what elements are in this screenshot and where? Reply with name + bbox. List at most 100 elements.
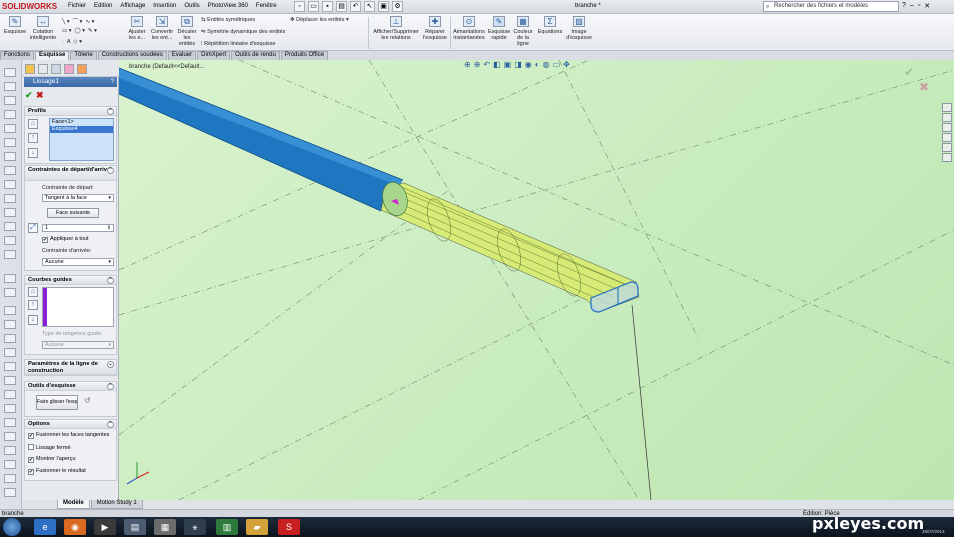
solidworks-logo[interactable]: SOLIDWORKS [2,2,57,11]
property-manager-icon[interactable] [38,64,48,74]
snaps-button[interactable]: ⊙ Aimantations instantanées [452,16,486,41]
apply-all-checkbox[interactable]: ✔ Appliquer à tout [42,236,89,243]
next-face-button[interactable]: Face suivante [47,208,99,218]
strip-tool-icon[interactable] [4,194,16,203]
mirror-entities-button[interactable]: ⇆ Entités symétriques [201,17,255,23]
new-doc-icon[interactable]: ▫ [294,1,305,12]
group-title[interactable]: Paramètres de la ligne de construction ⌄ [25,360,116,375]
appearances-icon[interactable] [942,143,952,152]
pm-help-icon[interactable]: ? [111,77,114,87]
tab-tolerie[interactable]: Tôlerie [70,51,97,60]
search-input[interactable]: Rechercher des fichiers et modèles ⌕ [763,1,899,12]
close-icon[interactable]: ✕ [924,2,930,10]
checkbox-checked[interactable]: ✔ [28,457,34,463]
linear-pattern-button[interactable]: ⁞ Répétition linéaire d'esquisse [201,41,275,47]
merge-tangent-checkbox[interactable]: ✔ Fusionner les faces tangentes [28,432,109,439]
move-up-icon[interactable]: ↑ [28,300,38,310]
strip-tool-icon[interactable] [4,288,16,297]
tab-fonctions[interactable]: Fonctions [0,51,35,60]
strip-tool-icon[interactable] [4,208,16,217]
ok-button[interactable]: ✔ [25,90,33,101]
edit-appearance-icon[interactable]: ◐ [535,60,540,69]
strip-tool-icon[interactable] [4,68,16,77]
select-icon[interactable]: ↖ [364,1,375,12]
closed-loft-checkbox[interactable]: Lissage fermé [28,444,71,451]
expand-icon[interactable]: ⌄ [107,361,114,368]
restore-icon[interactable]: ▫ [918,2,920,10]
display-style-icon[interactable]: ◨ [514,60,522,69]
app-icon[interactable]: ▦ [154,519,176,535]
display-manager-icon[interactable] [77,64,87,74]
options-icon[interactable]: ⚙ [392,1,403,12]
guide-tangency-select[interactable]: Aucune ▾ [42,341,114,349]
collapse-icon[interactable]: ⌃ [107,167,114,174]
tab-produits-office[interactable]: Produits Office [280,51,329,60]
strip-tool-icon[interactable] [4,180,16,189]
strip-tool-icon[interactable] [4,274,16,283]
rectangle-tool-icon[interactable]: ▭ ▾ ◯ ▾ ✎ ▾ [62,28,97,34]
apply-scene-icon[interactable]: ◍ [543,60,550,69]
checkbox-checked[interactable]: ✔ [28,469,34,475]
move-down-icon[interactable]: ↓ [28,148,38,158]
undo-icon[interactable]: ↶ [350,1,361,12]
relations-button[interactable]: ⊥ Afficher/Supprimer les relations [372,16,420,41]
hide-show-icon[interactable]: ◉ [525,60,532,69]
menu-insertion[interactable]: Insertion [153,3,176,9]
strip-tool-icon[interactable] [4,96,16,105]
tangent-length-input[interactable]: 1 ⇕ [42,224,114,232]
checkbox-checked[interactable]: ✔ [28,433,34,439]
strip-tool-icon[interactable] [4,446,16,455]
zoom-fit-icon[interactable]: ⊕ [464,60,471,69]
spinner-icon[interactable]: ⇕ [107,225,111,231]
folder-icon[interactable]: ▤ [124,519,146,535]
convertir-button[interactable]: ⇲ Convertir les ent... [150,16,174,41]
strip-tool-icon[interactable] [4,362,16,371]
model-view[interactable] [119,60,954,500]
tab-constructions-soudees[interactable]: Constructions soudées [97,51,167,60]
solidworks-task-icon[interactable]: S [278,519,300,535]
resources-icon[interactable] [942,103,952,112]
cotation-button[interactable]: ↔ Cotation intelligente [29,16,57,41]
collapse-icon[interactable]: ⌃ [107,277,114,284]
drag-sketch-button[interactable]: Faire glisser l'esquisse [36,395,78,410]
tab-evaluer[interactable]: Evaluer [167,51,197,60]
strip-tool-icon[interactable] [4,306,16,315]
file-explorer-icon[interactable] [942,123,952,132]
strip-tool-icon[interactable] [4,320,16,329]
strip-tool-icon[interactable] [4,222,16,231]
line-tool-icon[interactable]: ╲ ▾ ⌒ ▾ ∿ ▾ [62,17,94,25]
strip-tool-icon[interactable] [4,488,16,497]
profile-selection-icon[interactable]: ⌂ [28,119,38,129]
graphics-area[interactable]: branche (Default<<Default... ⊕ ⊕ ↶ ◧ ▣ ◨… [119,60,954,500]
confirm-cancel-icon[interactable]: ✖ [919,80,929,94]
tab-esquisse[interactable]: Esquisse [35,51,70,60]
group-title[interactable]: Outils d'esquisse ⌃ [25,382,116,391]
save-icon[interactable]: ▪ [322,1,333,12]
equations-button[interactable]: Σ Equations [536,16,564,35]
strip-tool-icon[interactable] [4,474,16,483]
configuration-icon[interactable] [51,64,61,74]
strip-tool-icon[interactable] [4,334,16,343]
collapse-icon[interactable]: ⌃ [107,421,114,428]
open-icon[interactable]: ▭ [308,1,319,12]
line-color-button[interactable]: ▦ Couleur de la ligne [512,16,534,47]
ie-icon[interactable]: e [34,519,56,535]
strip-tool-icon[interactable] [4,110,16,119]
profile-list[interactable]: Face<1> Esquisse4 [49,118,114,161]
group-title[interactable]: Courbes guides ⌃ [25,276,116,285]
strip-tool-icon[interactable] [4,166,16,175]
tab-dimxpert[interactable]: DimXpert [197,51,231,60]
list-item[interactable]: Esquisse4 [50,126,113,133]
previous-view-icon[interactable]: ↶ [483,60,490,69]
repair-sketch-button[interactable]: ✚ Réparer l'esquisse [422,16,448,41]
collapse-icon[interactable]: ⌃ [107,383,114,390]
strip-tool-icon[interactable] [4,236,16,245]
guide-selection-icon[interactable]: ⌂ [28,287,38,297]
checkbox-unchecked[interactable] [28,444,34,450]
move-entities-button[interactable]: ✥ Déplacer les entités ▾ [290,17,349,23]
menu-affichage[interactable]: Affichage [120,3,145,9]
feature-tree-flyout[interactable]: branche (Default<<Default... [129,64,204,70]
view-orientation-icon[interactable]: ▣ [504,60,512,69]
rebuild-icon[interactable]: ▣ [378,1,389,12]
show-preview-checkbox[interactable]: ✔ Montrer l'aperçu [28,456,76,463]
